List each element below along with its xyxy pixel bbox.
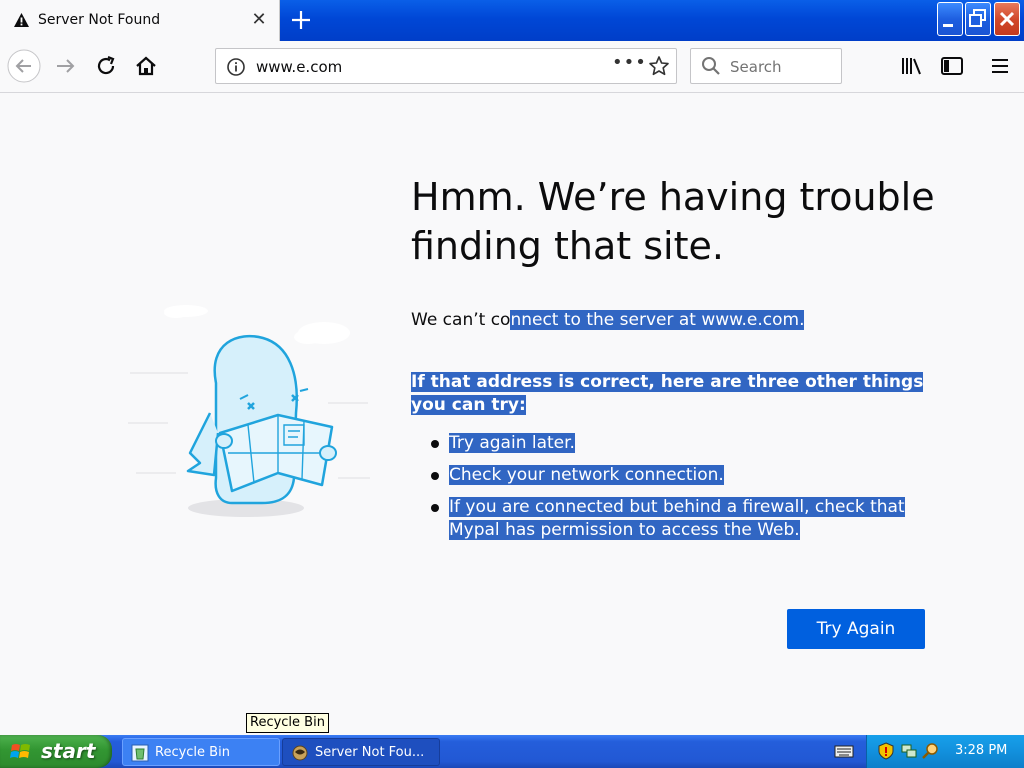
- close-icon: [999, 11, 1015, 27]
- security-shield-icon[interactable]: [877, 742, 895, 760]
- suggestions-heading: If that address is correct, here are thr…: [411, 371, 931, 417]
- search-placeholder: Search: [730, 58, 782, 76]
- mypal-icon: [292, 745, 308, 761]
- start-button[interactable]: start: [0, 735, 112, 768]
- taskbar: start Recycle Bin Server Not Fou... 3:28…: [0, 735, 1024, 768]
- network-icon[interactable]: [900, 742, 918, 760]
- magnifier-icon[interactable]: [922, 742, 940, 760]
- url-bar[interactable]: www.e.com •••: [215, 48, 677, 84]
- search-bar[interactable]: Search: [690, 48, 842, 84]
- warning-icon: [14, 13, 29, 27]
- back-button[interactable]: [7, 49, 41, 83]
- bullet: [431, 440, 439, 448]
- home-button[interactable]: [129, 49, 163, 83]
- recycle-bin-tooltip: Recycle Bin: [246, 713, 329, 733]
- taskbar-item-browser[interactable]: Server Not Fou...: [282, 738, 440, 766]
- suggestions-heading-text: If that address is correct, here are thr…: [411, 372, 924, 415]
- list-item: Try again later.: [411, 432, 931, 455]
- suggestion-text: Try again later.: [449, 433, 575, 453]
- reload-button[interactable]: [89, 49, 123, 83]
- list-item: If you are connected but behind a firewa…: [411, 496, 931, 542]
- clock[interactable]: 3:28 PM: [955, 743, 1007, 758]
- forward-button[interactable]: [49, 49, 83, 83]
- menu-icon[interactable]: [983, 49, 1017, 83]
- description-selected-text: nnect to the server at www.e.com.: [510, 310, 805, 330]
- maximize-button[interactable]: [965, 2, 991, 36]
- start-label: start: [41, 739, 96, 763]
- tab-server-not-found[interactable]: Server Not Found ✕: [0, 0, 280, 41]
- system-tray: 3:28 PM: [866, 735, 1024, 768]
- url-text[interactable]: www.e.com: [256, 58, 342, 76]
- description-text: We can’t co: [411, 310, 511, 330]
- sidebar-toggle-icon[interactable]: [935, 49, 969, 83]
- windows-logo-icon: [10, 744, 30, 758]
- search-icon: [702, 57, 720, 75]
- error-page: Hmm. We’re having trouble finding that s…: [0, 93, 1024, 735]
- site-info-icon[interactable]: [226, 57, 246, 77]
- suggestion-text: Check your network connection.: [449, 465, 724, 485]
- library-icon[interactable]: [895, 49, 929, 83]
- recycle-bin-icon: [131, 744, 149, 762]
- suggestions-list: Try again later. Check your network conn…: [411, 432, 931, 551]
- restore-icon: [969, 9, 986, 27]
- tab-title: Server Not Found: [38, 12, 161, 28]
- navigation-toolbar: www.e.com ••• Search: [0, 41, 1024, 93]
- error-description: We can’t connect to the server at www.e.…: [411, 310, 805, 330]
- keyboard-icon[interactable]: [834, 743, 854, 759]
- minimize-icon: [943, 24, 953, 27]
- list-item: Check your network connection.: [411, 464, 931, 487]
- minimize-button[interactable]: [937, 2, 963, 36]
- bullet: [431, 472, 439, 480]
- window-titlebar: Server Not Found ✕: [0, 0, 1024, 41]
- error-heading: Hmm. We’re having trouble finding that s…: [411, 175, 935, 268]
- close-window-button[interactable]: [994, 2, 1020, 36]
- try-again-button[interactable]: Try Again: [787, 609, 925, 649]
- bullet: [431, 504, 439, 512]
- suggestion-text: If you are connected but behind a firewa…: [449, 497, 905, 540]
- taskbar-item-label: Recycle Bin: [155, 745, 230, 760]
- page-actions-icon[interactable]: •••: [612, 54, 646, 77]
- confused-dinosaur-illustration: [128, 305, 370, 517]
- new-tab-button[interactable]: [288, 7, 314, 33]
- tab-close-button[interactable]: ✕: [250, 10, 268, 30]
- taskbar-item-label: Server Not Fou...: [315, 745, 425, 760]
- bookmark-star-icon[interactable]: [648, 55, 670, 77]
- taskbar-item-recycle-bin[interactable]: Recycle Bin: [122, 738, 280, 766]
